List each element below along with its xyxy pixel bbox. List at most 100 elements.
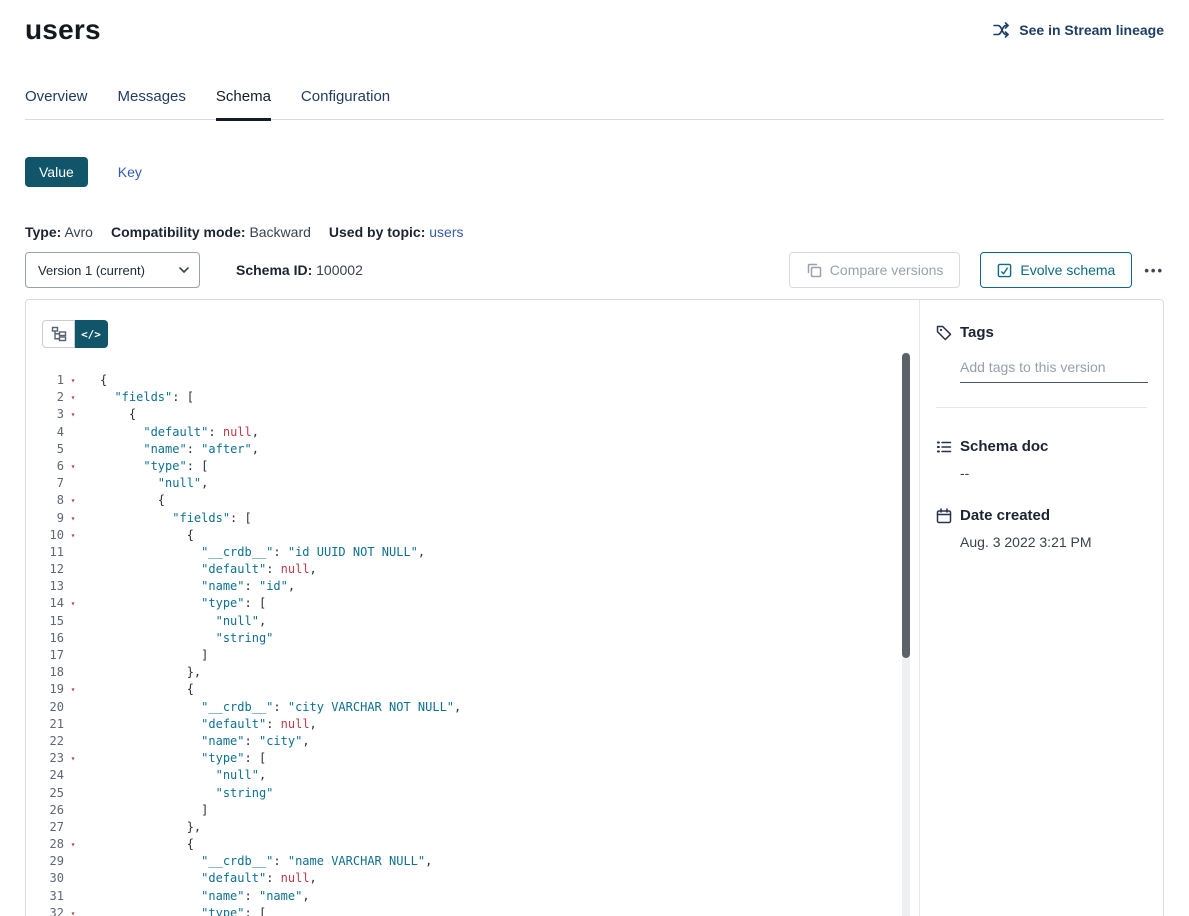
list-icon — [936, 439, 952, 455]
code-line: 13 "name": "id", — [26, 578, 919, 595]
fold-toggle-icon[interactable]: ▾ — [64, 750, 82, 767]
code-line: 1▾{ — [26, 372, 919, 389]
fold-toggle-icon[interactable]: ▾ — [64, 458, 82, 475]
value-toggle-button[interactable]: Value — [25, 157, 88, 187]
fold-toggle-icon[interactable]: ▾ — [64, 905, 82, 916]
code-text: "null", — [82, 475, 919, 492]
code-text: "name": "id", — [82, 578, 919, 595]
code-line: 26 ] — [26, 802, 919, 819]
key-toggle-button[interactable]: Key — [118, 164, 142, 180]
fold-toggle-icon[interactable]: ▾ — [64, 406, 82, 423]
fold-toggle-icon[interactable]: ▾ — [64, 492, 82, 509]
date-created-header: Date created — [936, 507, 1147, 524]
fold-spacer — [64, 785, 82, 802]
fold-spacer — [64, 441, 82, 458]
code-view-icon: </> — [81, 328, 101, 341]
fold-toggle-icon[interactable]: ▾ — [64, 681, 82, 698]
value-key-toggle: Value Key — [25, 157, 1164, 187]
line-number: 27 — [26, 819, 64, 836]
fold-toggle-icon[interactable]: ▾ — [64, 527, 82, 544]
line-number: 7 — [26, 475, 64, 492]
code-line: 11 "__crdb__": "id UUID NOT NULL", — [26, 544, 919, 561]
scrollbar-thumb[interactable] — [902, 353, 910, 658]
page-title: users — [25, 14, 101, 46]
code-line: 28▾ { — [26, 836, 919, 853]
line-number: 25 — [26, 785, 64, 802]
code-line: 14▾ "type": [ — [26, 595, 919, 612]
fold-spacer — [64, 544, 82, 561]
page-header: users See in Stream lineage — [25, 0, 1164, 46]
topic-link[interactable]: users — [429, 224, 463, 240]
line-number: 23 — [26, 750, 64, 767]
line-number: 11 — [26, 544, 64, 561]
code-line: 9▾ "fields": [ — [26, 510, 919, 527]
fold-spacer — [64, 664, 82, 681]
line-number: 6 — [26, 458, 64, 475]
date-created-title: Date created — [960, 507, 1050, 524]
copy-icon — [806, 262, 822, 278]
tree-view-button[interactable] — [42, 320, 75, 348]
fold-spacer — [64, 630, 82, 647]
code-text: "fields": [ — [82, 389, 919, 406]
stream-lineage-link[interactable]: See in Stream lineage — [993, 22, 1164, 38]
type-label: Type: — [25, 224, 61, 240]
code-text: { — [82, 527, 919, 544]
fold-toggle-icon[interactable]: ▾ — [64, 389, 82, 406]
more-options-button[interactable]: ••• — [1144, 263, 1164, 278]
line-number: 19 — [26, 681, 64, 698]
fold-spacer — [64, 613, 82, 630]
tags-header: Tags — [936, 324, 1147, 341]
calendar-icon — [936, 508, 952, 524]
code-view-button[interactable]: </> — [75, 320, 108, 348]
fold-spacer — [64, 802, 82, 819]
fold-spacer — [64, 853, 82, 870]
editor-scrollbar[interactable] — [902, 352, 910, 916]
schema-doc-title: Schema doc — [960, 438, 1048, 455]
schema-sidebar: Tags Schema doc -- — [919, 300, 1163, 916]
evolve-schema-button[interactable]: Evolve schema — [980, 252, 1132, 288]
line-number: 28 — [26, 836, 64, 853]
code-line: 7 "null", — [26, 475, 919, 492]
fold-toggle-icon[interactable]: ▾ — [64, 372, 82, 389]
meta-type: Type: Avro — [25, 224, 93, 240]
code-text: }, — [82, 664, 919, 681]
code-text: { — [82, 836, 919, 853]
code-text: { — [82, 372, 919, 389]
tab-overview[interactable]: Overview — [25, 88, 88, 121]
code-line: 25 "string" — [26, 785, 919, 802]
line-number: 26 — [26, 802, 64, 819]
code-text: "__crdb__": "city VARCHAR NOT NULL", — [82, 699, 919, 716]
line-number: 30 — [26, 870, 64, 887]
code-text: "name": "after", — [82, 441, 919, 458]
tags-section: Tags — [936, 324, 1147, 383]
code-text: "null", — [82, 767, 919, 784]
fold-spacer — [64, 888, 82, 905]
code-text: "name": "name", — [82, 888, 919, 905]
tab-schema[interactable]: Schema — [216, 88, 271, 121]
schema-page: users See in Stream lineage Overview Mess… — [0, 0, 1189, 916]
code-line: 22 "name": "city", — [26, 733, 919, 750]
line-number: 1 — [26, 372, 64, 389]
code-line: 23▾ "type": [ — [26, 750, 919, 767]
line-number: 15 — [26, 613, 64, 630]
fold-toggle-icon[interactable]: ▾ — [64, 595, 82, 612]
schema-doc-header: Schema doc — [936, 438, 1147, 455]
code-text: "type": [ — [82, 905, 919, 916]
line-number: 22 — [26, 733, 64, 750]
version-select[interactable]: Version 1 (current) — [25, 252, 200, 288]
line-number: 9 — [26, 510, 64, 527]
code-line: 12 "default": null, — [26, 561, 919, 578]
tab-messages[interactable]: Messages — [118, 88, 186, 121]
code-text: ] — [82, 647, 919, 664]
tags-input[interactable] — [960, 357, 1148, 383]
tags-title: Tags — [960, 324, 994, 341]
code-line: 17 ] — [26, 647, 919, 664]
schema-id-label: Schema ID: — [236, 262, 312, 278]
code-text: "default": null, — [82, 716, 919, 733]
fold-spacer — [64, 647, 82, 664]
fold-toggle-icon[interactable]: ▾ — [64, 510, 82, 527]
fold-spacer — [64, 767, 82, 784]
compare-versions-button[interactable]: Compare versions — [789, 252, 961, 288]
tab-configuration[interactable]: Configuration — [301, 88, 390, 121]
fold-toggle-icon[interactable]: ▾ — [64, 836, 82, 853]
